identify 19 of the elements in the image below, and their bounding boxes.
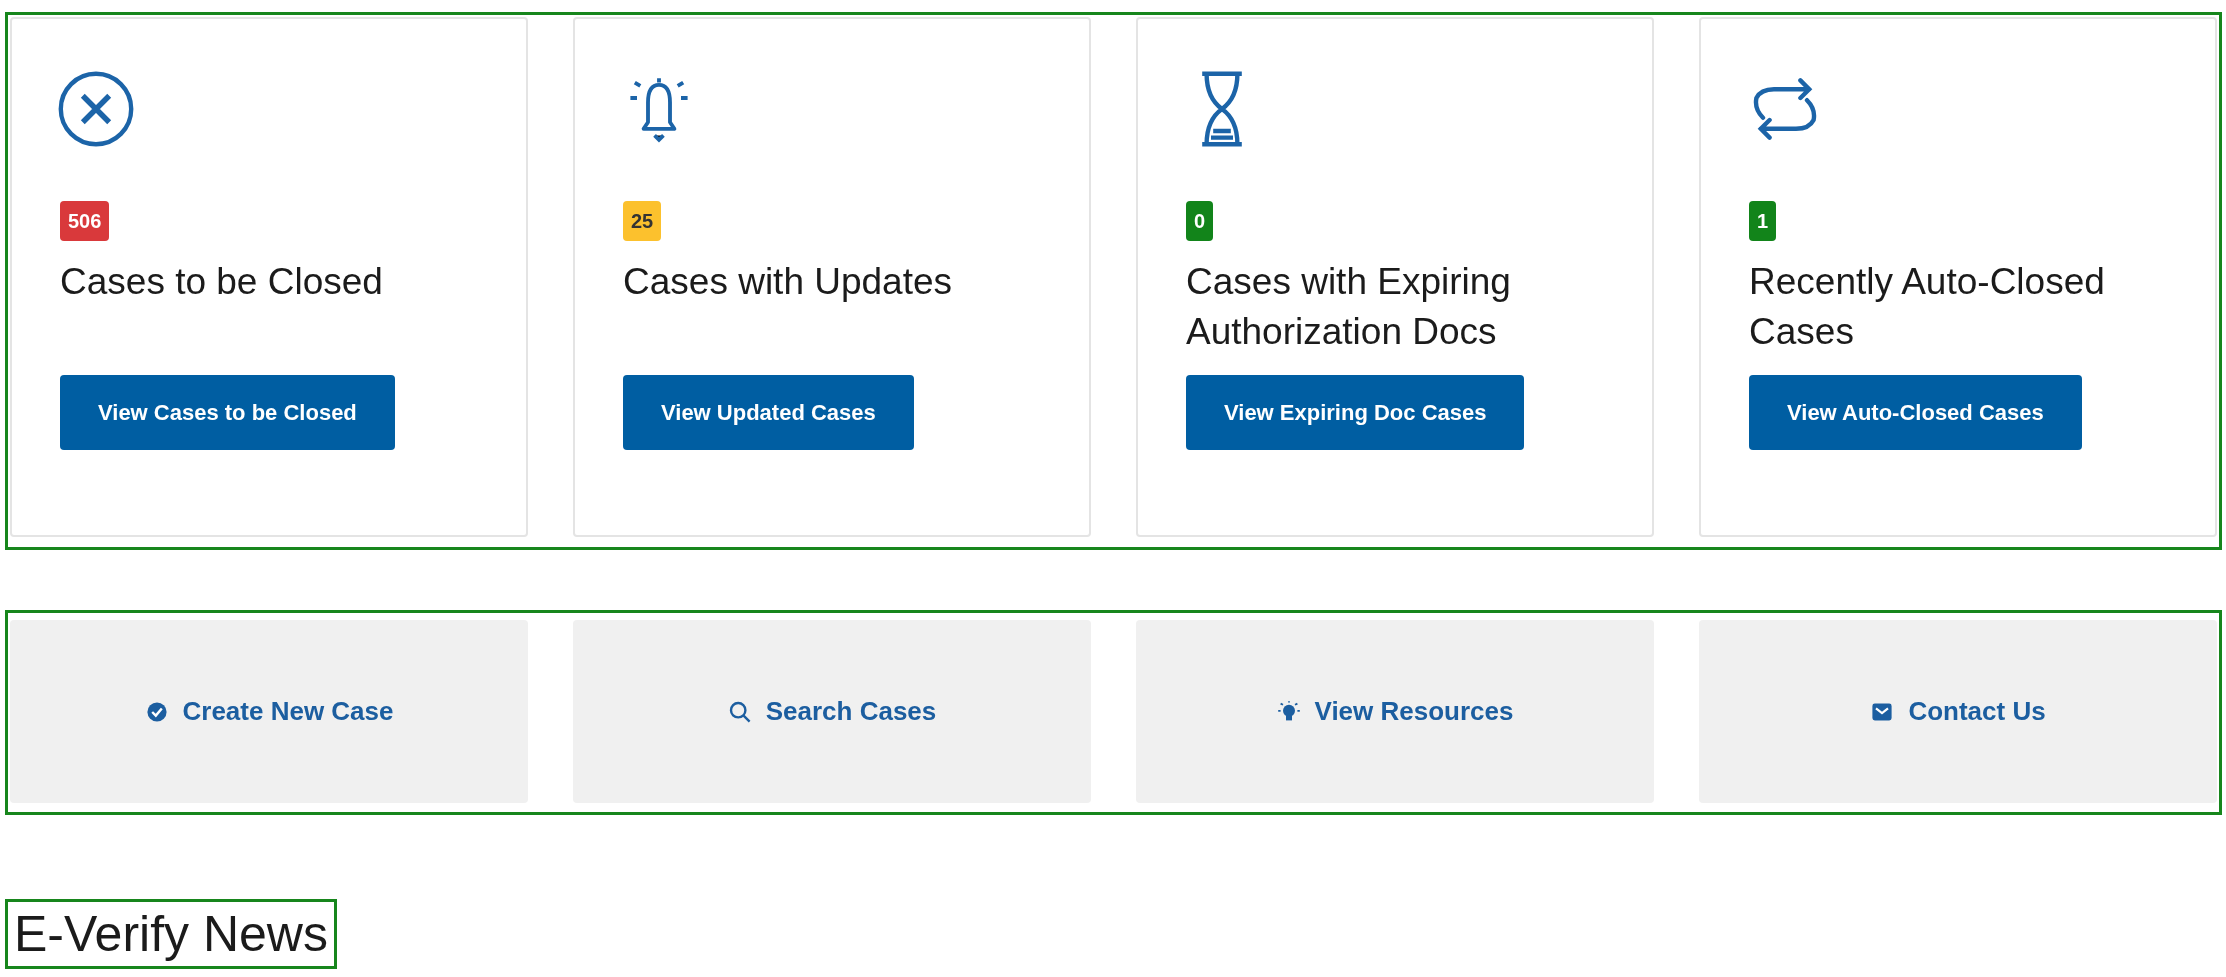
- count-badge: 1: [1749, 201, 1777, 241]
- quick-link[interactable]: Contact Us: [1699, 620, 2217, 803]
- count-badge: 0: [1186, 201, 1214, 241]
- quick-link[interactable]: Search Cases: [573, 620, 1091, 803]
- view-button[interactable]: View Cases to be Closed: [60, 375, 395, 450]
- card-title: Cases to be Closed: [60, 260, 384, 304]
- view-button[interactable]: View Updated Cases: [623, 375, 914, 450]
- quick-link[interactable]: Create New Case: [10, 620, 528, 803]
- search-icon: [727, 699, 752, 724]
- card-title: Recently Auto-Closed Cases: [1749, 260, 2106, 354]
- card-title: Cases with Updates: [623, 260, 954, 304]
- count-badge: 25: [623, 201, 662, 241]
- check-badge-icon: [144, 699, 169, 724]
- section-heading: E-Verify News: [5, 899, 337, 969]
- count-badge: 506: [60, 201, 110, 241]
- view-button[interactable]: View Expiring Doc Cases: [1186, 375, 1525, 450]
- card-title: Cases with Expiring Authorization Docs: [1186, 260, 1512, 354]
- quick-link[interactable]: View Resources: [1136, 620, 1654, 803]
- view-button[interactable]: View Auto-Closed Cases: [1749, 375, 2082, 450]
